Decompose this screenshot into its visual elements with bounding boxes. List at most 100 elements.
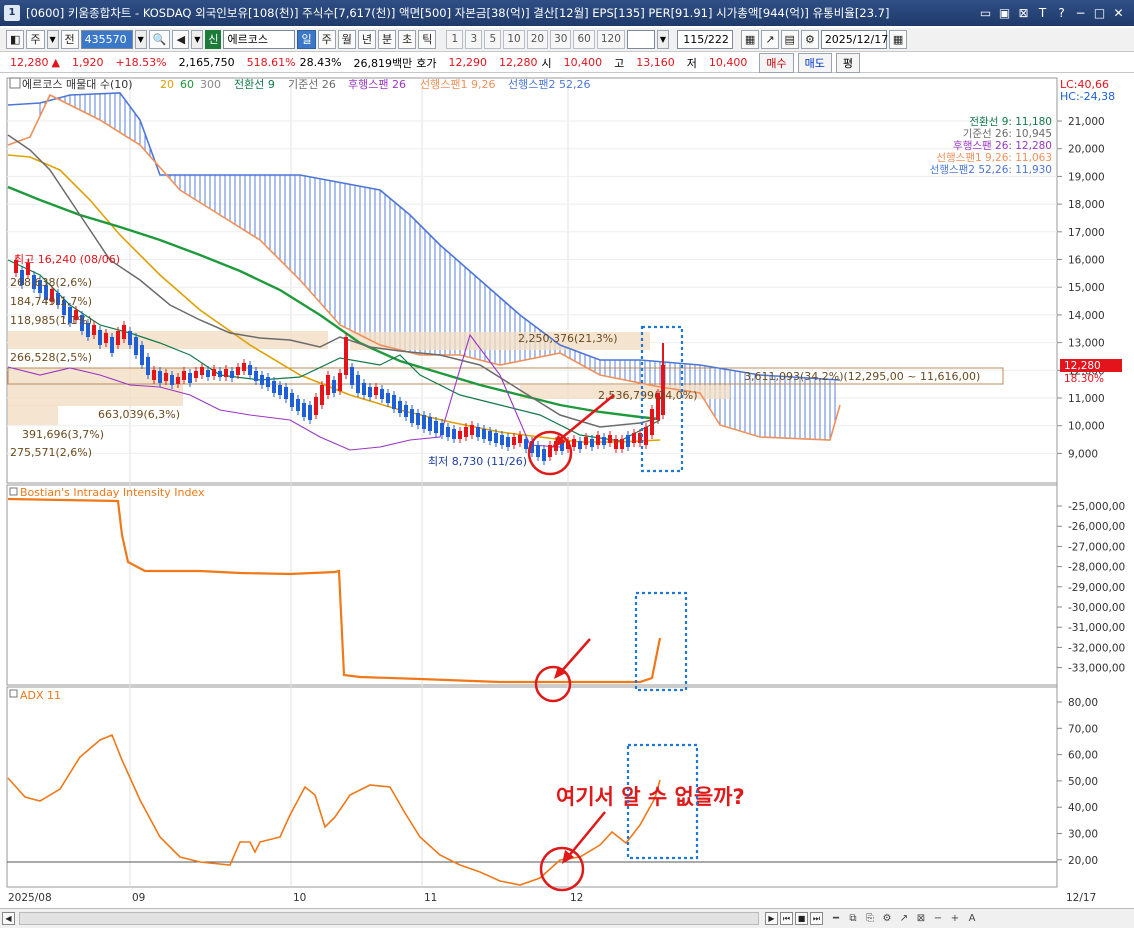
legend-ma20[interactable]: 20 (160, 78, 174, 91)
zoom-slider-icon[interactable]: ━ (829, 912, 843, 926)
settings-icon[interactable]: ⚙ (880, 912, 894, 926)
candle (536, 445, 540, 457)
all-toggle[interactable]: 전 (60, 30, 79, 49)
close-icon[interactable]: ✕ (1111, 6, 1126, 21)
candle (404, 405, 408, 417)
period-tick[interactable]: 틱 (418, 30, 437, 49)
stock-name-field[interactable]: 에르코스 (223, 30, 296, 49)
save-icon[interactable]: ▤ (780, 30, 799, 49)
date-field[interactable]: 2025/12/17 (820, 30, 888, 49)
candle (392, 395, 396, 409)
stop-icon[interactable]: ■ (795, 912, 808, 925)
draw-tool-icon[interactable]: ↗ (761, 30, 779, 49)
legend-ma300[interactable]: 300 (200, 78, 221, 91)
grid-icon[interactable]: ▦ (740, 30, 760, 49)
sell-button[interactable]: 매도 (797, 52, 832, 73)
status-bar: ◀ ▶ ⏮ ■ ⏭ ━ ⧉ ⎘ ⚙ ↗ ⊠ − + A (0, 908, 1134, 928)
chevron-down-icon[interactable]: ▼ (46, 30, 59, 49)
candle (326, 375, 330, 395)
period-second[interactable]: 초 (398, 30, 417, 49)
zoom-in-icon[interactable]: + (948, 912, 962, 926)
vp-label: 2,250,376(21,3%) (518, 332, 618, 345)
interval-dropdown-icon[interactable]: ▼ (656, 30, 669, 49)
legend-kijun[interactable]: 기준선 26 (288, 78, 336, 91)
legend-tenkan[interactable]: 전환선 9 (234, 78, 275, 91)
interval-30[interactable]: 30 (550, 30, 572, 49)
period-day[interactable]: 일 (297, 30, 316, 49)
buy-button[interactable]: 매수 (759, 52, 794, 73)
period-year[interactable]: 년 (357, 30, 376, 49)
market-select[interactable]: 주 (26, 30, 45, 49)
candle (518, 435, 522, 443)
interval-1[interactable]: 1 (446, 30, 464, 49)
candle (338, 373, 342, 391)
lock-tool-icon[interactable]: ⊠ (914, 912, 928, 926)
adx-panel[interactable] (6, 686, 1058, 888)
adx-axis-label: 50,00 (1068, 776, 1098, 788)
code-dropdown-icon[interactable]: ▼ (134, 30, 147, 49)
stock-code-input[interactable]: 435570 (80, 30, 133, 49)
candle (164, 373, 168, 381)
interval-5[interactable]: 5 (484, 30, 502, 49)
candle (158, 371, 162, 383)
compare-icon[interactable]: ⧉ (846, 912, 860, 926)
lock-icon[interactable]: ⊠ (1016, 6, 1031, 21)
interval-60[interactable]: 60 (573, 30, 595, 49)
restore-icon[interactable]: ▭ (978, 6, 993, 21)
sound-icon[interactable]: ◀ (172, 30, 190, 49)
legend-ma60[interactable]: 60 (180, 78, 194, 91)
interval-3[interactable]: 3 (465, 30, 483, 49)
low-label: 저 (686, 56, 697, 70)
period-month[interactable]: 월 (337, 30, 356, 49)
zoom-out-icon[interactable]: − (931, 912, 945, 926)
legend-name[interactable]: 에르코스 매물대 수(10) (22, 78, 133, 91)
font-icon[interactable]: T (1035, 6, 1050, 21)
interval-custom-input[interactable] (626, 30, 655, 49)
interval-20[interactable]: 20 (526, 30, 549, 49)
scroll-left-icon[interactable]: ◀ (2, 912, 15, 925)
minimize-icon[interactable]: − (1073, 6, 1088, 21)
legend-toggle-icon[interactable] (9, 77, 21, 89)
calendar-icon[interactable]: ▦ (888, 30, 908, 49)
scroll-right-icon[interactable]: ▶ (765, 912, 778, 925)
gear-icon[interactable]: ⚙ (800, 30, 819, 49)
price-panel[interactable] (6, 77, 1058, 484)
sound-dropdown-icon[interactable]: ▼ (191, 30, 204, 49)
date-axis-label: 2025/08 (8, 892, 52, 904)
chart-area[interactable]: 21,000 20,000 19,000 18,000 17,000 16,000 15,0… (0, 75, 1134, 907)
eval-button[interactable]: 평 (835, 52, 861, 73)
maximize-icon[interactable]: □ (1092, 6, 1107, 21)
candle (272, 381, 276, 393)
price-axis-label: 11,000 (1068, 393, 1105, 405)
horizontal-scrollbar[interactable] (19, 912, 759, 925)
pin-icon[interactable]: ▣ (997, 6, 1012, 21)
legend-span2[interactable]: 선행스팬2 52,26 (508, 78, 590, 91)
volume: 2,165,750 (178, 56, 235, 69)
adx-title[interactable]: ADX 11 (20, 689, 61, 702)
turnover: 28.43% (299, 56, 342, 69)
legend-span1[interactable]: 선행스팬1 9,26 (420, 78, 495, 91)
interval-10[interactable]: 10 (503, 30, 525, 49)
candle (440, 423, 444, 435)
layout-icon[interactable]: ◧ (6, 30, 25, 49)
first-icon[interactable]: ⏮ (780, 912, 793, 925)
period-week[interactable]: 주 (317, 30, 336, 49)
app-icon[interactable]: 1 (4, 5, 20, 21)
interval-120[interactable]: 120 (596, 30, 625, 49)
bii-panel[interactable] (6, 484, 1058, 686)
date-axis-label: 12/17 (1066, 892, 1096, 904)
trend-icon[interactable]: ↗ (897, 912, 911, 926)
bii-title[interactable]: Bostian's Intraday Intensity Index (20, 486, 205, 499)
candle (224, 369, 228, 377)
text-size-icon[interactable]: A (965, 912, 979, 926)
period-minute[interactable]: 분 (377, 30, 397, 49)
data-count-field[interactable]: 115/222 (676, 30, 733, 49)
candle (254, 371, 258, 381)
legend-chikou[interactable]: 후행스팬 26 (348, 78, 406, 91)
last-icon[interactable]: ⏭ (810, 912, 823, 925)
candle (128, 331, 132, 345)
copy-icon[interactable]: ⎘ (863, 912, 877, 926)
candle (134, 337, 138, 355)
help-icon[interactable]: ? (1054, 6, 1069, 21)
search-icon[interactable]: 🔍 (148, 30, 171, 49)
